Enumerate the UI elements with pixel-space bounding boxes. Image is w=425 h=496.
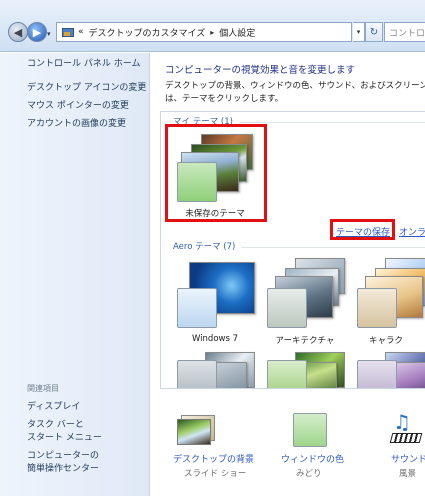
- breadcrumb-personalize[interactable]: 個人設定: [219, 26, 255, 39]
- back-button[interactable]: ◀: [8, 22, 28, 42]
- forward-arrow-icon: ▶: [32, 25, 42, 39]
- desktop-background-button[interactable]: [177, 411, 221, 447]
- sidebar-mouse-pointer[interactable]: マウス ポインターの変更: [27, 100, 129, 113]
- search-input[interactable]: コントロー: [384, 22, 425, 42]
- theme-landscapes[interactable]: [175, 348, 255, 388]
- online-themes-link[interactable]: オンラ: [399, 225, 425, 238]
- desktop-background-value: スライド ショー: [184, 469, 247, 479]
- music-note-icon: ♫: [393, 410, 411, 434]
- sounds-button[interactable]: ♫: [389, 411, 425, 447]
- theme-characters-label: キャラク: [369, 336, 404, 346]
- page-description-line2: は、テーマをクリックします。: [165, 94, 284, 104]
- sidebar-ease-access-line1[interactable]: コンピューターの: [27, 450, 99, 463]
- refresh-icon: ↻: [369, 26, 379, 38]
- theme-architecture[interactable]: [265, 258, 345, 330]
- sidebar-account-picture[interactable]: アカウントの画像の変更: [27, 118, 126, 131]
- sidebar: コントロール パネル ホーム デスクトップ アイコンの変更 マウス ポインターの…: [0, 53, 150, 496]
- sidebar-taskbar-line1[interactable]: タスク バーと: [27, 419, 84, 432]
- related-heading: 関連項目: [27, 384, 59, 393]
- breadcrumb-overflow[interactable]: «: [78, 27, 84, 37]
- sidebar-display[interactable]: ディスプレイ: [27, 401, 80, 414]
- sidebar-taskbar-line2[interactable]: スタート メニュー: [27, 432, 102, 445]
- page-description: デスクトップの背景、ウィンドウの色、サウンド、およびスクリーン は、テーマをクリ…: [165, 80, 425, 106]
- breadcrumb-separator-icon[interactable]: ▸: [210, 28, 214, 37]
- main-content: コンピューターの視覚効果と音を変更します デスクトップの背景、ウィンドウの色、サ…: [151, 53, 425, 496]
- address-bar: ◀ ▶ ▾ « デスクトップのカスタマイズ ▸ 個人設定 ▾ ↻ コントロー: [0, 0, 425, 52]
- window-color-button[interactable]: [293, 413, 327, 447]
- theme-windows7-label: Windows 7: [191, 334, 239, 344]
- theme-windows7[interactable]: [175, 258, 255, 330]
- refresh-button[interactable]: ↻: [365, 22, 383, 42]
- theme-characters[interactable]: [355, 258, 425, 330]
- window-color-value: みどり: [296, 469, 322, 479]
- group-divider: [239, 122, 425, 123]
- sounds-label[interactable]: サウンド: [391, 452, 425, 465]
- window-color-swatch: [267, 288, 307, 328]
- breadcrumb-desktop-customize[interactable]: デスクトップのカスタマイズ: [89, 26, 206, 39]
- breadcrumb[interactable]: « デスクトップのカスタマイズ ▸ 個人設定: [56, 22, 352, 42]
- desktop-background-label[interactable]: デスクトップの背景: [173, 452, 254, 465]
- window-color-swatch: [177, 360, 217, 388]
- highlight-box-save-theme: [330, 219, 395, 240]
- back-arrow-icon: ◀: [13, 25, 23, 39]
- window-color-label[interactable]: ウィンドウの色: [281, 452, 344, 465]
- desktop-background-icon: [177, 419, 211, 445]
- sounds-value: 風景: [399, 469, 417, 479]
- sidebar-desktop-icons[interactable]: デスクトップ アイコンの変更: [27, 82, 146, 95]
- page-description-line1: デスクトップの背景、ウィンドウの色、サウンド、およびスクリーン: [165, 81, 425, 91]
- window-color-swatch: [357, 288, 397, 328]
- highlight-box-unsaved-theme: [165, 124, 267, 222]
- page-title: コンピューターの視覚効果と音を変更します: [165, 65, 356, 76]
- forward-button[interactable]: ▶: [27, 22, 47, 42]
- group-divider: [241, 247, 425, 248]
- theme-scenes[interactable]: [355, 348, 425, 388]
- piano-keys-icon: [389, 433, 423, 443]
- control-panel-icon: [61, 26, 74, 38]
- sidebar-ease-access-line2[interactable]: 簡単操作センター: [27, 463, 99, 476]
- window-color-swatch: [177, 288, 217, 328]
- theme-list[interactable]: マイ テーマ (1) 未保存のテーマ テーマの保存 オンラ Aero テーマ (…: [160, 111, 425, 389]
- recent-pages-dropdown[interactable]: ▾: [47, 30, 51, 38]
- sidebar-control-panel-home[interactable]: コントロール パネル ホーム: [27, 58, 140, 71]
- chevron-down-icon: ▾: [356, 28, 361, 36]
- window-color-swatch: [357, 360, 397, 388]
- theme-architecture-label: アーキテクチャ: [275, 336, 335, 346]
- aero-themes-label: Aero テーマ (7): [173, 242, 236, 252]
- address-dropdown-button[interactable]: ▾: [353, 22, 365, 42]
- window-color-swatch: [267, 360, 307, 388]
- theme-nature[interactable]: [265, 348, 345, 388]
